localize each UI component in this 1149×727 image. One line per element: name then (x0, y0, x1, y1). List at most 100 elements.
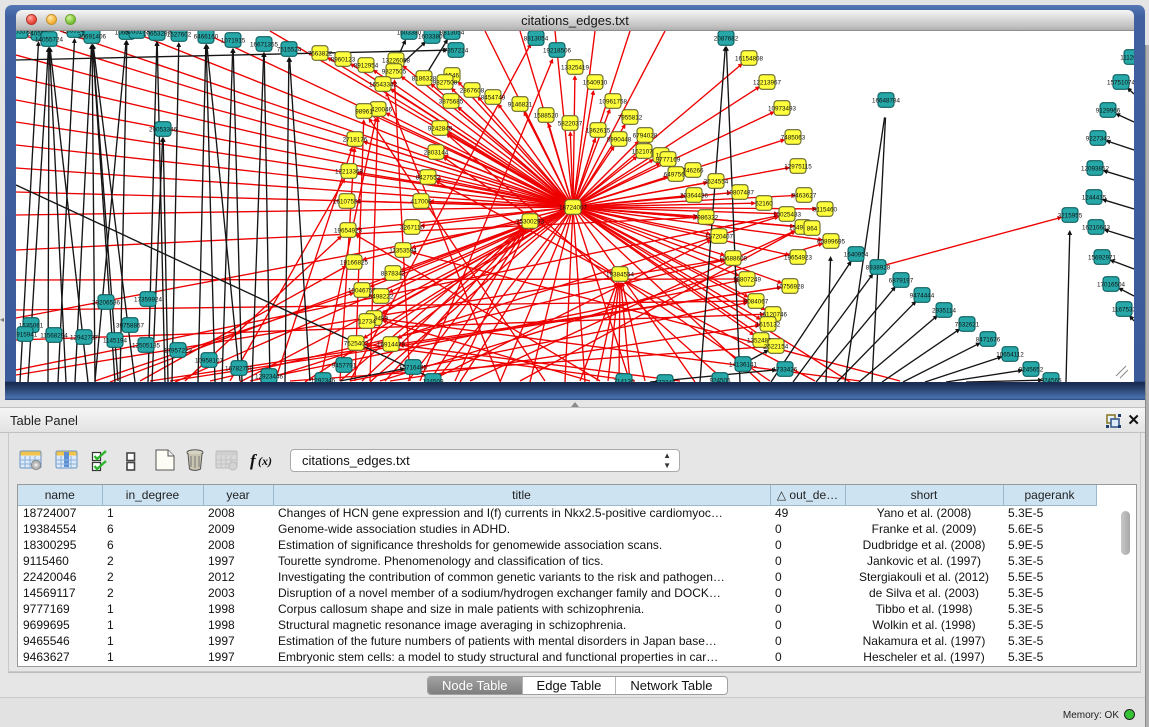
svg-text:6466160: 6466160 (194, 33, 219, 40)
svg-text:7357224: 7357224 (444, 47, 469, 54)
svg-text:60899695: 60899695 (817, 238, 846, 245)
svg-text:25300293: 25300293 (516, 218, 545, 225)
svg-text:39758867: 39758867 (116, 322, 145, 329)
svg-text:12975115: 12975115 (784, 163, 812, 170)
svg-text:17016504: 17016504 (1097, 281, 1126, 288)
svg-text:7632621: 7632621 (955, 321, 980, 328)
svg-text:8960123: 8960123 (331, 56, 356, 63)
svg-text:98961: 98961 (355, 108, 373, 115)
svg-text:5822037: 5822037 (558, 120, 583, 127)
svg-text:124509: 124509 (422, 378, 444, 382)
svg-text:12213369: 12213369 (335, 168, 364, 175)
svg-text:746266: 746266 (682, 167, 704, 174)
svg-text:10688609: 10688609 (719, 255, 748, 262)
svg-text:12093852: 12093852 (1081, 165, 1110, 172)
svg-text:10958107: 10958107 (195, 357, 224, 364)
svg-text:714136: 714136 (613, 378, 635, 382)
svg-text:10756928: 10756928 (776, 283, 805, 290)
svg-text:7625402: 7625402 (344, 340, 369, 347)
svg-text:9777169: 9777169 (656, 156, 681, 163)
svg-text:16107554: 16107554 (333, 198, 362, 205)
svg-text:9463627: 9463627 (792, 192, 817, 199)
svg-text:9084067: 9084067 (744, 298, 769, 305)
svg-text:10973493: 10973493 (768, 105, 797, 112)
svg-text:8990448: 8990448 (607, 136, 632, 143)
svg-text:16154808: 16154808 (735, 55, 764, 62)
svg-text:9146821: 9146821 (508, 101, 533, 108)
svg-text:19166825: 19166825 (340, 259, 369, 266)
svg-text:16671355: 16671355 (250, 41, 279, 48)
svg-text:9457791: 9457791 (332, 362, 357, 369)
svg-text:f: f (250, 451, 258, 470)
svg-text:2718176: 2718176 (343, 136, 368, 143)
svg-text:15720407: 15720407 (705, 233, 734, 240)
svg-text:14136141: 14136141 (729, 361, 758, 368)
svg-text:417006: 417006 (410, 198, 432, 205)
svg-text:1733426: 1733426 (773, 366, 798, 373)
svg-text:16210643: 16210643 (1082, 224, 1111, 231)
svg-text:9474444: 9474444 (910, 292, 935, 299)
svg-text:3915941: 3915941 (16, 331, 38, 338)
svg-text:10961758: 10961758 (599, 98, 628, 105)
svg-text:12942737: 12942737 (70, 334, 99, 341)
svg-text:10025433: 10025433 (773, 211, 802, 218)
svg-text:8427552: 8427552 (416, 174, 441, 181)
svg-text:8878342: 8878342 (381, 270, 406, 277)
svg-text:3267110: 3267110 (400, 224, 425, 231)
svg-text:19218506: 19218506 (543, 47, 572, 54)
svg-text:3215955: 3215955 (1058, 212, 1083, 219)
svg-text:7485063: 7485063 (781, 134, 806, 141)
svg-text:2087682: 2087682 (714, 35, 739, 42)
svg-text:2803144: 2803144 (424, 149, 449, 156)
svg-text:6794028: 6794028 (633, 132, 658, 139)
svg-text:20691406: 20691406 (78, 33, 107, 40)
svg-text:1071915: 1071915 (221, 37, 246, 44)
svg-text:10654112: 10654112 (996, 351, 1024, 358)
svg-text:17359924: 17359924 (134, 296, 163, 303)
svg-text:7986322: 7986322 (694, 214, 719, 221)
svg-text:8813054: 8813054 (524, 35, 549, 42)
svg-text:12213967: 12213967 (753, 79, 782, 86)
svg-text:1640910: 1640910 (583, 79, 608, 86)
svg-text:8813054: 8813054 (440, 31, 465, 36)
svg-text:8938928: 8938928 (866, 264, 891, 271)
svg-text:2935114: 2935114 (932, 307, 957, 314)
svg-text:1292346: 1292346 (311, 377, 336, 382)
svg-text:1244415: 1244415 (1082, 194, 1107, 201)
svg-text:924565: 924565 (1040, 377, 1062, 382)
svg-text:8912954: 8912954 (354, 62, 379, 69)
svg-text:1167533: 1167533 (1112, 306, 1134, 313)
svg-text:9227342: 9227342 (1086, 135, 1111, 142)
svg-text:13325419: 13325419 (561, 64, 590, 71)
svg-text:9245652: 9245652 (1019, 366, 1044, 373)
svg-text:20206536: 20206536 (92, 299, 121, 306)
svg-text:19654923: 19654923 (334, 227, 363, 234)
svg-text:12505135: 12505135 (132, 342, 161, 349)
svg-text:3624554: 3624554 (704, 178, 729, 185)
svg-text:18807249: 18807249 (733, 276, 762, 283)
svg-text:1527602: 1527602 (167, 31, 192, 38)
svg-text:1362615: 1362615 (586, 127, 611, 134)
svg-text:1588520: 1588520 (534, 112, 559, 119)
svg-text:7515524: 7515524 (277, 46, 302, 53)
svg-text:19384554: 19384554 (606, 271, 635, 278)
svg-text:7955812: 7955812 (618, 114, 643, 121)
svg-text:10807487: 10807487 (726, 189, 755, 196)
svg-text:12923446: 12923446 (255, 373, 284, 380)
svg-text:3875685: 3875685 (439, 98, 464, 105)
svg-text:9327508: 9327508 (433, 79, 458, 86)
svg-text:6879197: 6879197 (889, 277, 914, 284)
svg-text:864: 864 (807, 225, 818, 232)
svg-text:15716485: 15716485 (399, 364, 428, 371)
svg-text:15751074: 15751074 (1107, 79, 1134, 86)
svg-text:1640954: 1640954 (844, 251, 869, 258)
svg-text:17957223: 17957223 (164, 347, 193, 354)
svg-text:29053346: 29053346 (149, 126, 178, 133)
svg-text:5498222: 5498222 (369, 293, 394, 300)
svg-text:173344: 173344 (654, 379, 676, 382)
svg-text:8471676: 8471676 (976, 336, 1001, 343)
svg-text:11568294: 11568294 (40, 332, 68, 339)
svg-text:8454749: 8454749 (481, 94, 506, 101)
svg-text:2522154: 2522154 (764, 343, 789, 350)
svg-text:14055724: 14055724 (35, 36, 64, 43)
